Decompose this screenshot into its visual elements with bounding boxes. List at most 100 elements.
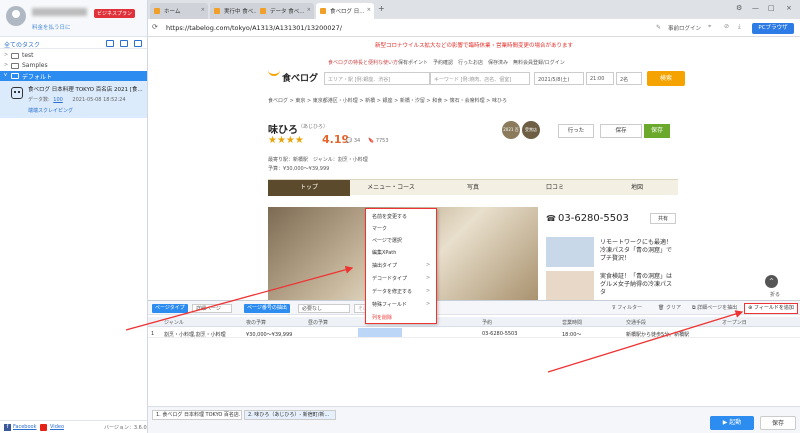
task-item[interactable]: 食べログ 日本料理 TOKYO 百名店 2021 [食... データ数: 100… — [0, 81, 147, 118]
download-icon[interactable]: ⤓ — [738, 23, 741, 31]
went-button[interactable]: 行った — [558, 124, 594, 138]
task-header-label[interactable]: 全てのタスク — [4, 40, 40, 49]
youtube-icon[interactable] — [40, 424, 47, 431]
close-icon[interactable]: × — [201, 7, 205, 13]
cell-genre[interactable]: 割烹・小料理,割烹・小料理 — [164, 331, 244, 338]
menu-edit-xpath[interactable]: 編集XPath — [372, 249, 396, 256]
import-icon[interactable] — [120, 40, 128, 47]
folder-default[interactable]: v デフォルト — [0, 71, 147, 81]
pc-browser-select[interactable]: PCブラウザ — [752, 23, 794, 34]
table-header: ジャンル 夜の予算 昼の予算 予約 営業時間 交通手段 オープン日 — [148, 317, 800, 327]
cell-hours[interactable]: 18:00～ — [562, 331, 622, 338]
page-type-button[interactable]: ページタイプ — [152, 304, 188, 313]
scroll-up-button[interactable]: ^ — [765, 275, 778, 288]
tabelog-feature-link[interactable]: 食べログの特長と便利な使い方 — [328, 59, 398, 66]
new-folder-icon[interactable] — [134, 40, 142, 47]
column-header[interactable]: 夜の予算 — [246, 319, 266, 326]
avatar[interactable] — [6, 6, 26, 26]
tab-data[interactable]: データ 食べ... × — [256, 3, 314, 19]
menu-fix-data[interactable]: データを修正する — [372, 288, 412, 295]
clear-button[interactable]: 🗑 クリア — [658, 304, 681, 311]
tab-top[interactable]: トップ — [268, 180, 350, 196]
column-header[interactable]: 交通手段 — [626, 319, 646, 326]
people-select[interactable]: 2名 — [616, 72, 642, 85]
page-type-select[interactable]: 詳細ページ — [192, 304, 232, 313]
column-header[interactable]: 営業時間 — [562, 319, 582, 326]
add-field-button[interactable]: ⊕ フィールドを追加 — [744, 303, 798, 314]
minimize-icon[interactable]: — — [752, 4, 759, 12]
tabelog-top-nav[interactable]: 保有ポイント 予約確認 行ったお店 保存済み 無料会員登録/ログイン — [398, 59, 565, 66]
new-tab-icon[interactable]: + — [378, 4, 385, 13]
settings-icon[interactable]: ⚙ — [736, 4, 742, 12]
ad-item[interactable]: リモートワークにも最適！冷凍パスタ「青の洞窟」でプチ贅沢！ — [546, 237, 676, 267]
column-header[interactable]: 予約 — [482, 319, 492, 326]
user-bar: ビジネスプラン 料金を払う日に — [0, 0, 147, 37]
menu-special-field[interactable]: 特殊フィールド — [372, 301, 407, 308]
column-header[interactable]: 昼の予算 — [308, 319, 328, 326]
pre-login-button[interactable]: 事前ログイン — [668, 24, 701, 32]
share-button[interactable]: 共有 — [650, 213, 676, 224]
run-button[interactable]: ▶ 起動 — [710, 416, 754, 430]
username-blurred — [32, 8, 87, 16]
close-icon[interactable]: × — [367, 7, 371, 13]
task-type-link[interactable]: 端端スクレイピング — [28, 107, 73, 114]
date-select[interactable]: 2021/5/8(土) — [534, 72, 584, 85]
cursor-icon[interactable]: ⌖ — [708, 23, 711, 31]
save-box[interactable]: 保存 — [600, 124, 642, 138]
keyword-search-input[interactable]: キーワード [例:焼肉、店名、個室] — [430, 72, 530, 85]
save-button[interactable]: 保存 — [644, 124, 670, 138]
folder-samples[interactable]: > Samples — [0, 61, 147, 71]
cell-access[interactable]: 新橋駅から徒歩5分。新橋駅 — [626, 331, 718, 338]
cell-night-budget[interactable]: ¥30,000～¥39,999 — [246, 331, 306, 338]
time-select[interactable]: 21:00 — [586, 72, 614, 85]
data-count[interactable]: 100 — [53, 97, 63, 103]
tab-photos[interactable]: 写真 — [432, 180, 514, 196]
menu-delete-column[interactable]: 列を削除 — [372, 314, 392, 321]
chevron-right-icon: > — [426, 288, 431, 294]
close-icon[interactable]: × — [307, 7, 311, 13]
restaurant-budget: 予算：¥30,000～¥39,999 — [268, 166, 330, 172]
ad-image — [546, 271, 594, 300]
collapse-button[interactable]: 折る — [770, 291, 780, 298]
edit-icon[interactable]: ✎ — [656, 24, 661, 31]
tab-menu[interactable]: メニュー・コース — [350, 180, 432, 196]
ad-item[interactable]: 実食検証！「青の洞窟」はグルメ女子納得の冷凍パスタ — [546, 271, 676, 300]
tab-tabelog[interactable]: 食べログ 日... × — [316, 3, 374, 19]
facebook-link[interactable]: Facebook — [13, 424, 37, 430]
close-window-icon[interactable]: × — [786, 4, 792, 12]
menu-mark[interactable]: マーク — [372, 225, 387, 232]
url-input[interactable]: https://tabelog.com/tokyo/A1313/A131301/… — [162, 22, 662, 34]
detail-page-button[interactable]: ⧉ 詳細ページを抽出 — [692, 304, 737, 311]
save-task-button[interactable]: 保存 — [760, 416, 796, 430]
menu-select-in-page[interactable]: ページで選択 — [372, 237, 402, 244]
phone-number: 03-6280-5503 — [558, 213, 629, 224]
page-number-button[interactable]: ページ番号の抽出 — [244, 304, 290, 313]
billing-link[interactable]: 料金を払う日に — [32, 23, 71, 31]
menu-extract-type[interactable]: 抽出タイプ — [372, 262, 397, 269]
column-header[interactable]: ジャンル — [164, 319, 184, 326]
tab-label: ホーム — [164, 9, 181, 15]
menu-decode-type[interactable]: デコードタイプ — [372, 275, 407, 282]
tab-map[interactable]: 地図 — [596, 180, 678, 196]
folder-test[interactable]: > test — [0, 51, 147, 61]
video-link[interactable]: Video — [50, 424, 64, 430]
filter-button[interactable]: ⊽ フィルター — [612, 304, 642, 311]
breadcrumb[interactable]: 食べログ > 東京 > 東京都港区・小料理 > 新橋 > 銀座 > 新橋・汐留 … — [268, 97, 507, 104]
facebook-icon[interactable]: f — [4, 424, 11, 431]
tab-reviews[interactable]: 口コミ — [514, 180, 596, 196]
maximize-icon[interactable]: □ — [768, 4, 775, 12]
detail-page-tab[interactable]: 2. 味ひろ（あじひろ）- 新宿町/新... — [244, 410, 336, 420]
tab-home[interactable]: ホーム × — [150, 3, 208, 19]
new-task-icon[interactable] — [106, 40, 114, 47]
block-icon[interactable]: ⊘ — [724, 23, 729, 30]
covid-notice[interactable]: 新型コロナウイルス拡大などの影響で臨時休業・営業時間変更の場合があります — [148, 41, 800, 51]
tabelog-logo[interactable]: 食べログ — [282, 71, 318, 84]
page-number-select[interactable]: 必要なし — [298, 304, 350, 313]
reload-icon[interactable]: ⟳ — [152, 23, 158, 31]
menu-rename[interactable]: 名前を変更する — [372, 213, 407, 220]
column-header[interactable]: オープン日 — [722, 319, 747, 326]
search-button[interactable]: 検索 — [647, 71, 685, 86]
cell-reserve[interactable]: 03-6280-5503 — [482, 331, 552, 337]
list-page-tab[interactable]: 1. 食べログ 日本料理 TOKYO 百名店... — [152, 410, 242, 420]
area-search-input[interactable]: エリア・駅 [例:銀座、渋谷] — [324, 72, 430, 85]
